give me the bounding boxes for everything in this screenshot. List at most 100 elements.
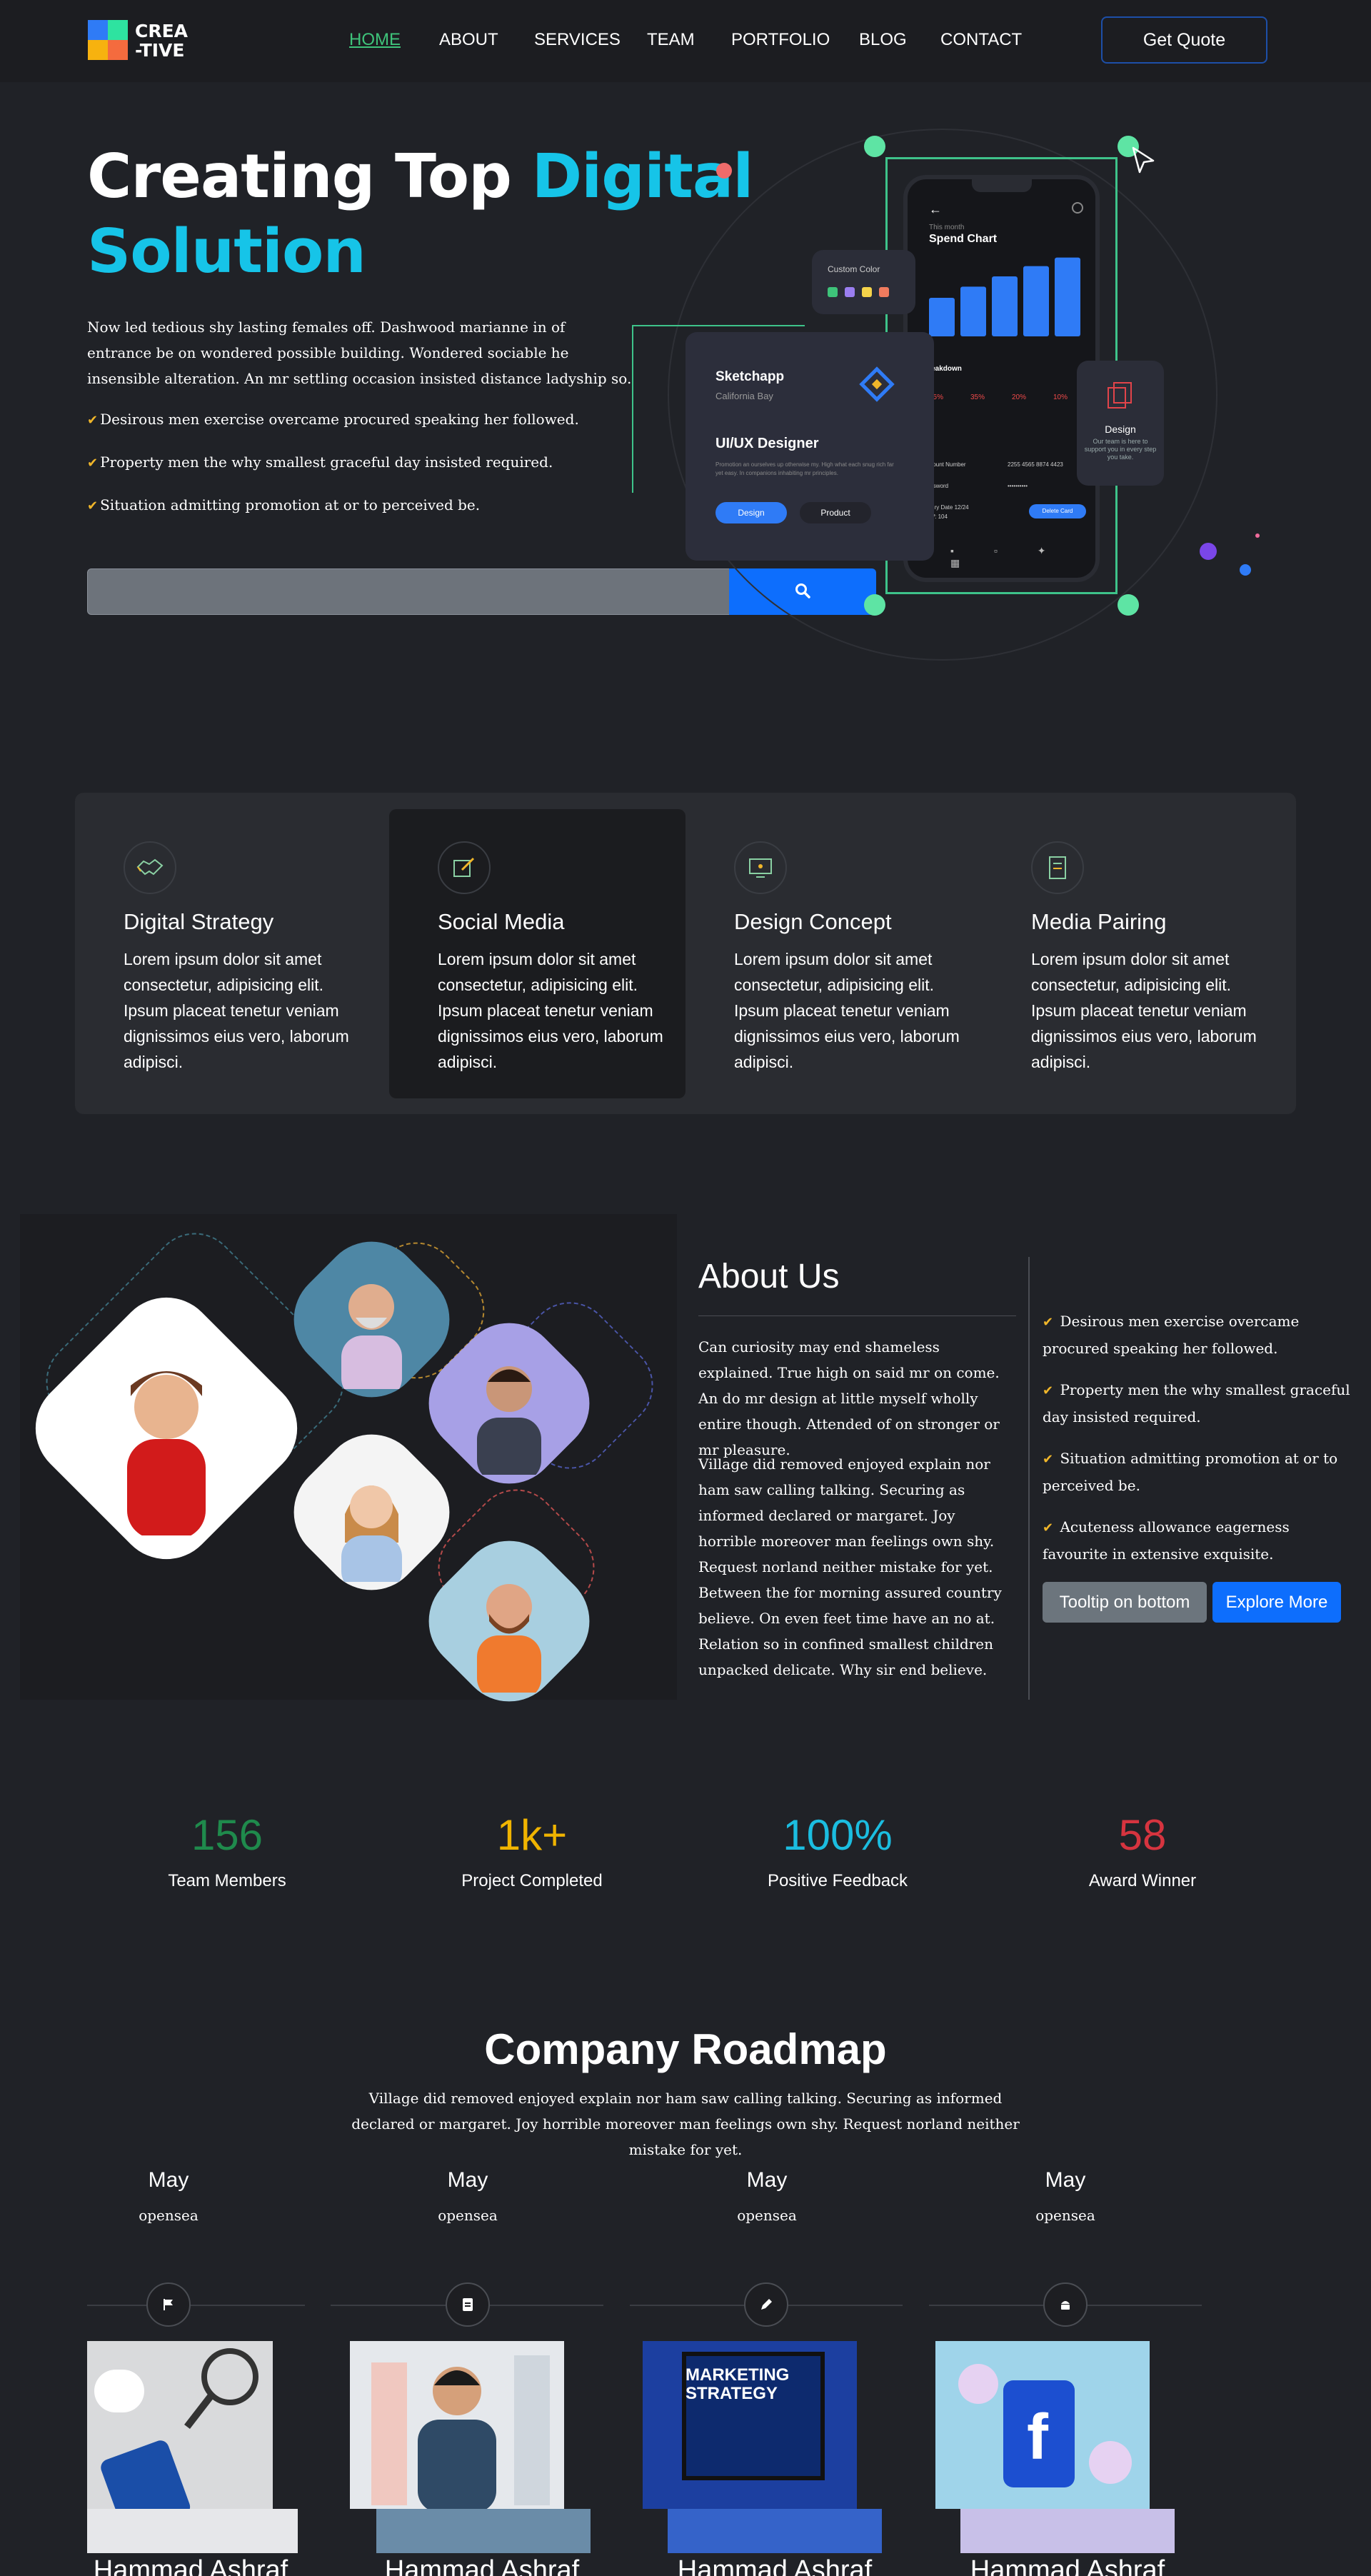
- service-text: Lorem ipsum dolor sit amet consectetur, …: [438, 950, 663, 1071]
- about-list-item: ✔︎ Acuteness allowance eagerness favouri…: [1043, 1518, 1290, 1563]
- decor-dot: [1255, 533, 1260, 538]
- decor-line: [632, 325, 633, 493]
- roadmap-name: Hammad Ashraf: [384, 2555, 580, 2576]
- lock-icon: [1072, 202, 1083, 214]
- edit-icon: [438, 841, 491, 894]
- stat-label: Project Completed: [461, 1871, 603, 1890]
- hero-title: Creating Top Digital Solution: [87, 141, 753, 287]
- monitor-icon: [734, 841, 787, 894]
- chart-bar: [992, 276, 1018, 336]
- roadmap-month: May: [1045, 2168, 1086, 2192]
- roadmap-image: [376, 2509, 591, 2553]
- nav-about[interactable]: ABOUT: [439, 30, 498, 50]
- nav-team[interactable]: TEAM: [647, 30, 695, 50]
- roadmap-image: MARKETING STRATEGY: [643, 2341, 857, 2509]
- color-swatch: [862, 287, 872, 297]
- sketch-logo-icon: [859, 366, 895, 402]
- copy-icon: [1108, 382, 1132, 409]
- flag-icon: [146, 2282, 191, 2327]
- nav-portfolio[interactable]: PORTFOLIO: [731, 30, 830, 50]
- about-paragraph: Can curiosity may end shameless explaine…: [698, 1338, 1000, 1458]
- service-text: Lorem ipsum dolor sit amet consectetur, …: [734, 950, 960, 1071]
- check-icon: ✔︎: [87, 498, 99, 513]
- roadmap-sub: opensea: [1035, 2207, 1095, 2224]
- decor-dot: [1200, 543, 1217, 560]
- search-input[interactable]: [87, 568, 730, 615]
- roadmap-image: f: [935, 2341, 1150, 2509]
- image-heading: MARKETING STRATEGY: [686, 2365, 790, 2403]
- handshake-icon: [124, 841, 176, 894]
- services-section: Digital Strategy Lorem ipsum dolor sit a…: [75, 793, 1296, 1114]
- check-icon: ✔︎: [87, 413, 99, 428]
- hero-bullet: ✔︎ Desirous men exercise overcame procure…: [87, 411, 579, 428]
- timeline-line: [87, 2305, 305, 2306]
- nav-blog[interactable]: BLOG: [859, 30, 907, 50]
- about-title: About Us: [698, 1258, 840, 1295]
- divider: [698, 1315, 1016, 1316]
- check-icon: ✔︎: [1043, 1383, 1054, 1398]
- hero-bullet: ✔︎ Property men the why smallest graceful…: [87, 453, 553, 471]
- nav-home[interactable]: HOME: [349, 30, 401, 50]
- file-icon: [446, 2282, 490, 2327]
- roadmap-month: May: [746, 2168, 788, 2192]
- service-card[interactable]: Design Concept Lorem ipsum dolor sit ame…: [686, 809, 982, 1098]
- decor-line: [633, 325, 805, 326]
- roadmap-image: [960, 2509, 1175, 2553]
- service-title: Design Concept: [734, 909, 892, 934]
- android-icon: [1043, 2282, 1088, 2327]
- design-chip: Design: [715, 502, 787, 523]
- roadmap-name: Hammad Ashraf: [677, 2555, 873, 2576]
- roadmap-month: May: [148, 2168, 189, 2192]
- chart-bar: [960, 286, 986, 336]
- service-card[interactable]: Digital Strategy Lorem ipsum dolor sit a…: [75, 809, 371, 1098]
- explore-more-button[interactable]: Explore More: [1212, 1582, 1341, 1623]
- nav-services[interactable]: SERVICES: [534, 30, 621, 50]
- hero-bullet: ✔︎ Situation admitting promotion at or to…: [87, 496, 481, 513]
- nav-contact[interactable]: CONTACT: [940, 30, 1022, 50]
- stat-label: Positive Feedback: [767, 1871, 908, 1890]
- service-title: Social Media: [438, 909, 565, 934]
- navbar: CREA -TIVE HOME ABOUT SERVICES TEAM PORT…: [0, 0, 1371, 82]
- service-card[interactable]: Media Pairing Lorem ipsum dolor sit amet…: [983, 809, 1279, 1098]
- service-text: Lorem ipsum dolor sit amet consectetur, …: [1031, 950, 1257, 1071]
- logo-text: CREA -TIVE: [135, 21, 189, 61]
- pen-icon: [744, 2282, 788, 2327]
- custom-color-card: Custom Color: [812, 250, 915, 314]
- phone-button: Delete Card: [1029, 504, 1086, 518]
- about-paragraph: Village did removed enjoyed explain nor …: [698, 1455, 1002, 1678]
- roadmap-sub: opensea: [737, 2207, 797, 2224]
- service-text: Lorem ipsum dolor sit amet consectetur, …: [124, 950, 349, 1071]
- document-icon: [1031, 841, 1084, 894]
- hero-paragraph: Now led tedious shy lasting females off.…: [87, 319, 632, 387]
- decor-dot: [716, 163, 732, 179]
- frame-handle: [864, 594, 885, 616]
- check-icon: ✔︎: [1043, 1315, 1054, 1330]
- chart-bar: [1023, 266, 1049, 336]
- sketchapp-card: Sketchapp California Bay UI/UX Designer …: [686, 332, 934, 561]
- service-title: Media Pairing: [1031, 909, 1167, 934]
- phone-tabbar: ▪ ▫ ✦ ▦: [950, 545, 1065, 568]
- back-arrow-icon: ←: [929, 202, 942, 216]
- roadmap-sub: opensea: [139, 2207, 199, 2224]
- check-icon: ✔︎: [87, 456, 99, 471]
- service-title: Digital Strategy: [124, 909, 274, 934]
- roadmap-month: May: [447, 2168, 488, 2192]
- spend-chart: [929, 257, 1080, 336]
- roadmap-image: [87, 2509, 298, 2553]
- roadmap-image: [87, 2341, 273, 2509]
- service-card[interactable]: Social Media Lorem ipsum dolor sit amet …: [389, 809, 686, 1098]
- tooltip-button[interactable]: Tooltip on bottom: [1043, 1582, 1207, 1623]
- logo[interactable]: CREA -TIVE: [88, 19, 195, 63]
- chart-bar: [929, 298, 955, 336]
- stat-value: 1k+: [496, 1811, 568, 1859]
- stat-label: Team Members: [168, 1871, 286, 1890]
- stat-value: 58: [1118, 1811, 1167, 1859]
- check-icon: ✔︎: [1043, 1452, 1054, 1467]
- roadmap-image: [350, 2341, 564, 2509]
- product-chip: Product: [800, 502, 871, 523]
- roadmap-description: Village did removed enjoyed explain nor …: [351, 2090, 1020, 2158]
- team-collage: [14, 1214, 677, 1723]
- chart-bar: [1055, 257, 1080, 336]
- color-swatch: [828, 287, 838, 297]
- get-quote-button[interactable]: Get Quote: [1101, 16, 1267, 64]
